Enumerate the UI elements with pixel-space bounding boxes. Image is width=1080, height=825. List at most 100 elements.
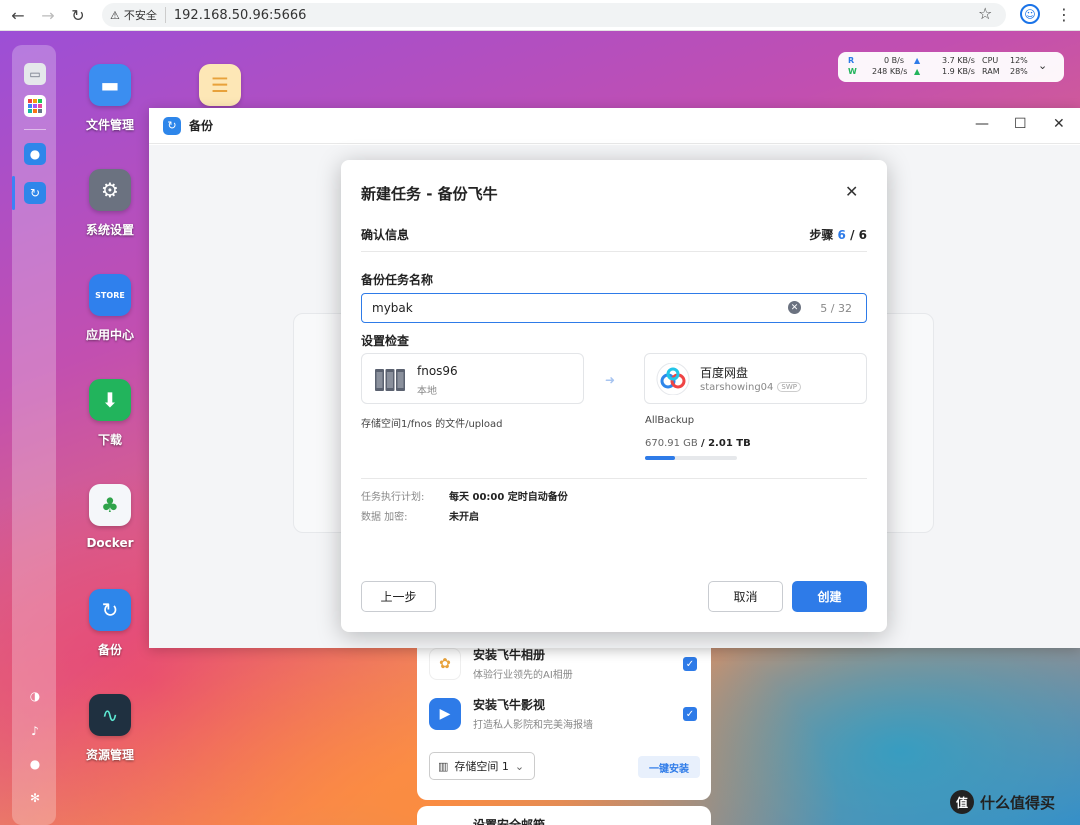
browser-menu-icon[interactable]: ⋮ bbox=[1056, 5, 1072, 24]
lightbulb-icon[interactable]: ● bbox=[24, 143, 46, 165]
quota-bar bbox=[645, 456, 737, 460]
divider bbox=[361, 251, 867, 252]
apps-grid-icon[interactable] bbox=[24, 95, 46, 117]
resource-monitor-icon: ∿ bbox=[89, 694, 131, 736]
quota-bar-fill bbox=[645, 456, 676, 460]
desktop-app-backup[interactable]: ↻ 备份 bbox=[65, 589, 155, 658]
dock-divider bbox=[24, 129, 46, 130]
backup-icon: ↻ bbox=[89, 589, 131, 631]
app-label: 系统设置 bbox=[85, 223, 134, 237]
baidu-netdisk-icon bbox=[656, 363, 690, 395]
task-name-value: mybak bbox=[372, 301, 413, 315]
desktop-app-docker[interactable]: ♣ Docker bbox=[65, 484, 155, 550]
bell-icon[interactable]: ♪ bbox=[24, 720, 46, 742]
target-account: starshowing04 SWP bbox=[700, 382, 801, 393]
app-label: 文件管理 bbox=[85, 118, 134, 132]
target-name: 百度网盘 bbox=[700, 366, 749, 380]
cpu-value: 12% bbox=[1010, 56, 1028, 65]
app-label: 备份 bbox=[97, 643, 122, 657]
server-icon: ▥ bbox=[438, 759, 449, 773]
url-text[interactable]: 192.168.50.96:5666 bbox=[174, 8, 307, 23]
write-label: W bbox=[848, 67, 857, 76]
upload-arrow-icon: ▲ bbox=[914, 56, 921, 65]
settings-check-label: 设置检查 bbox=[361, 334, 410, 348]
docker-icon: ♣ bbox=[89, 484, 131, 526]
reload-button[interactable]: ↻ bbox=[64, 1, 92, 29]
target-quota: 670.91 GB / 2.01 TB bbox=[645, 438, 751, 449]
install-video-checkbox[interactable]: ✓ bbox=[683, 707, 697, 721]
previous-step-button[interactable]: 上一步 bbox=[361, 581, 436, 612]
cancel-button[interactable]: 取消 bbox=[708, 581, 783, 612]
account-name: starshowing04 bbox=[700, 382, 774, 393]
task-name-label: 备份任务名称 bbox=[361, 273, 434, 287]
section-title: 确认信息 bbox=[361, 228, 410, 242]
source-path: 存储空间1/fnos 的文件/upload bbox=[361, 419, 503, 430]
encryption-value: 未开启 bbox=[449, 512, 479, 523]
row-subtitle: 打造私人影院和完美海报墙 bbox=[473, 720, 593, 731]
divider bbox=[361, 478, 867, 479]
maximize-button[interactable]: ☐ bbox=[1014, 116, 1027, 132]
address-bar[interactable]: ⚠ 不安全 192.168.50.96:5666 bbox=[102, 3, 1006, 27]
install-photos-checkbox[interactable]: ✓ bbox=[683, 657, 697, 671]
window-titlebar[interactable]: ↻ 备份 — ☐ ✕ bbox=[149, 108, 1080, 144]
app-label: 下载 bbox=[97, 433, 122, 447]
desktop-app-resources[interactable]: ∿ 资源管理 bbox=[65, 694, 155, 763]
desktop-app-settings[interactable]: ⚙ 系统设置 bbox=[65, 169, 155, 238]
dialog-title: 新建任务 - 备份飞牛 bbox=[361, 185, 498, 203]
forward-button[interactable]: → bbox=[34, 1, 62, 29]
list-item[interactable]: ▶ 安装飞牛影视 打造私人影院和完美海报墙 ✓ bbox=[429, 694, 699, 734]
arrow-right-icon: ➜ bbox=[605, 373, 616, 387]
row-title: 安装飞牛影视 bbox=[473, 698, 546, 712]
store-bag-icon: STORE bbox=[89, 274, 131, 316]
download-speed: 1.9 KB/s bbox=[942, 67, 975, 76]
encryption-key: 数据 加密: bbox=[361, 512, 408, 523]
create-button[interactable]: 创建 bbox=[792, 581, 867, 612]
minimize-button[interactable]: — bbox=[975, 116, 989, 132]
user-icon[interactable]: ● bbox=[24, 753, 46, 775]
bookmark-star-icon[interactable]: ☆ bbox=[978, 4, 992, 23]
clear-input-icon[interactable]: ✕ bbox=[788, 301, 801, 314]
dock-active-indicator bbox=[12, 176, 15, 210]
expand-chevron-icon[interactable]: ⌄ bbox=[1038, 59, 1047, 72]
setup-panel-next: 设置安全邮箱 bbox=[417, 806, 711, 825]
schedule-key: 任务执行计划: bbox=[361, 492, 425, 503]
list-item[interactable]: ✿ 安装飞牛相册 体验行业领先的AI相册 ✓ bbox=[429, 644, 699, 684]
download-arrow-icon: ▲ bbox=[914, 67, 921, 76]
backup-dock-icon[interactable]: ↻ bbox=[24, 182, 46, 204]
watermark-text: 什么值得买 bbox=[980, 793, 1056, 812]
schedule-value: 每天 00:00 定时自动备份 bbox=[449, 492, 568, 503]
one-click-install-button[interactable]: 一键安装 bbox=[638, 756, 700, 778]
task-name-input[interactable]: mybak ✕ 5 / 32 bbox=[361, 293, 867, 323]
desktop-app-files[interactable]: ▬ 文件管理 bbox=[65, 64, 155, 133]
step-total: 6 bbox=[858, 228, 867, 242]
close-dialog-button[interactable]: ✕ bbox=[845, 182, 858, 201]
storage-select-value: 存储空间 1 bbox=[454, 760, 509, 773]
new-task-dialog: 新建任务 - 备份飞牛 ✕ 确认信息 步骤 6 / 6 备份任务名称 mybak… bbox=[341, 160, 887, 632]
close-window-button[interactable]: ✕ bbox=[1053, 116, 1065, 132]
profile-icon[interactable]: ☺ bbox=[1020, 4, 1040, 24]
monitor-icon[interactable]: ▭ bbox=[24, 63, 46, 85]
settings-gear-icon: ⚙ bbox=[89, 169, 131, 211]
source-card: fnos96 本地 bbox=[361, 353, 584, 404]
write-speed: 248 KB/s bbox=[872, 67, 908, 76]
storage-select[interactable]: ▥ 存储空间 1 ⌄ bbox=[429, 752, 535, 780]
target-card: 百度网盘 starshowing04 SWP bbox=[644, 353, 867, 404]
system-monitor-widget[interactable]: R W 0 B/s 248 KB/s ▲ ▲ 3.7 KB/s 1.9 KB/s… bbox=[838, 52, 1064, 82]
insecure-label: 不安全 bbox=[123, 9, 157, 22]
warning-icon: ⚠ bbox=[110, 8, 120, 22]
gear-icon[interactable]: ✻ bbox=[24, 787, 46, 809]
activity-icon[interactable]: ◑ bbox=[24, 685, 46, 707]
desktop-app-store[interactable]: STORE 应用中心 bbox=[65, 274, 155, 343]
insecure-indicator[interactable]: ⚠ 不安全 bbox=[110, 7, 166, 23]
read-speed: 0 B/s bbox=[884, 56, 904, 65]
left-dock: ▭ ● ↻ ◑ ♪ ● ✻ bbox=[12, 45, 56, 825]
desktop-app-notes[interactable]: ☰ bbox=[175, 64, 265, 106]
row-title: 设置安全邮箱 bbox=[473, 818, 546, 825]
back-button[interactable]: ← bbox=[4, 1, 32, 29]
site-watermark: 值 什么值得买 bbox=[950, 790, 1055, 814]
target-path: AllBackup bbox=[645, 415, 695, 426]
step-current: 6 bbox=[837, 228, 846, 242]
step-sep: / bbox=[850, 228, 855, 242]
desktop-app-download[interactable]: ⬇ 下载 bbox=[65, 379, 155, 448]
row-subtitle: 体验行业领先的AI相册 bbox=[473, 670, 573, 681]
